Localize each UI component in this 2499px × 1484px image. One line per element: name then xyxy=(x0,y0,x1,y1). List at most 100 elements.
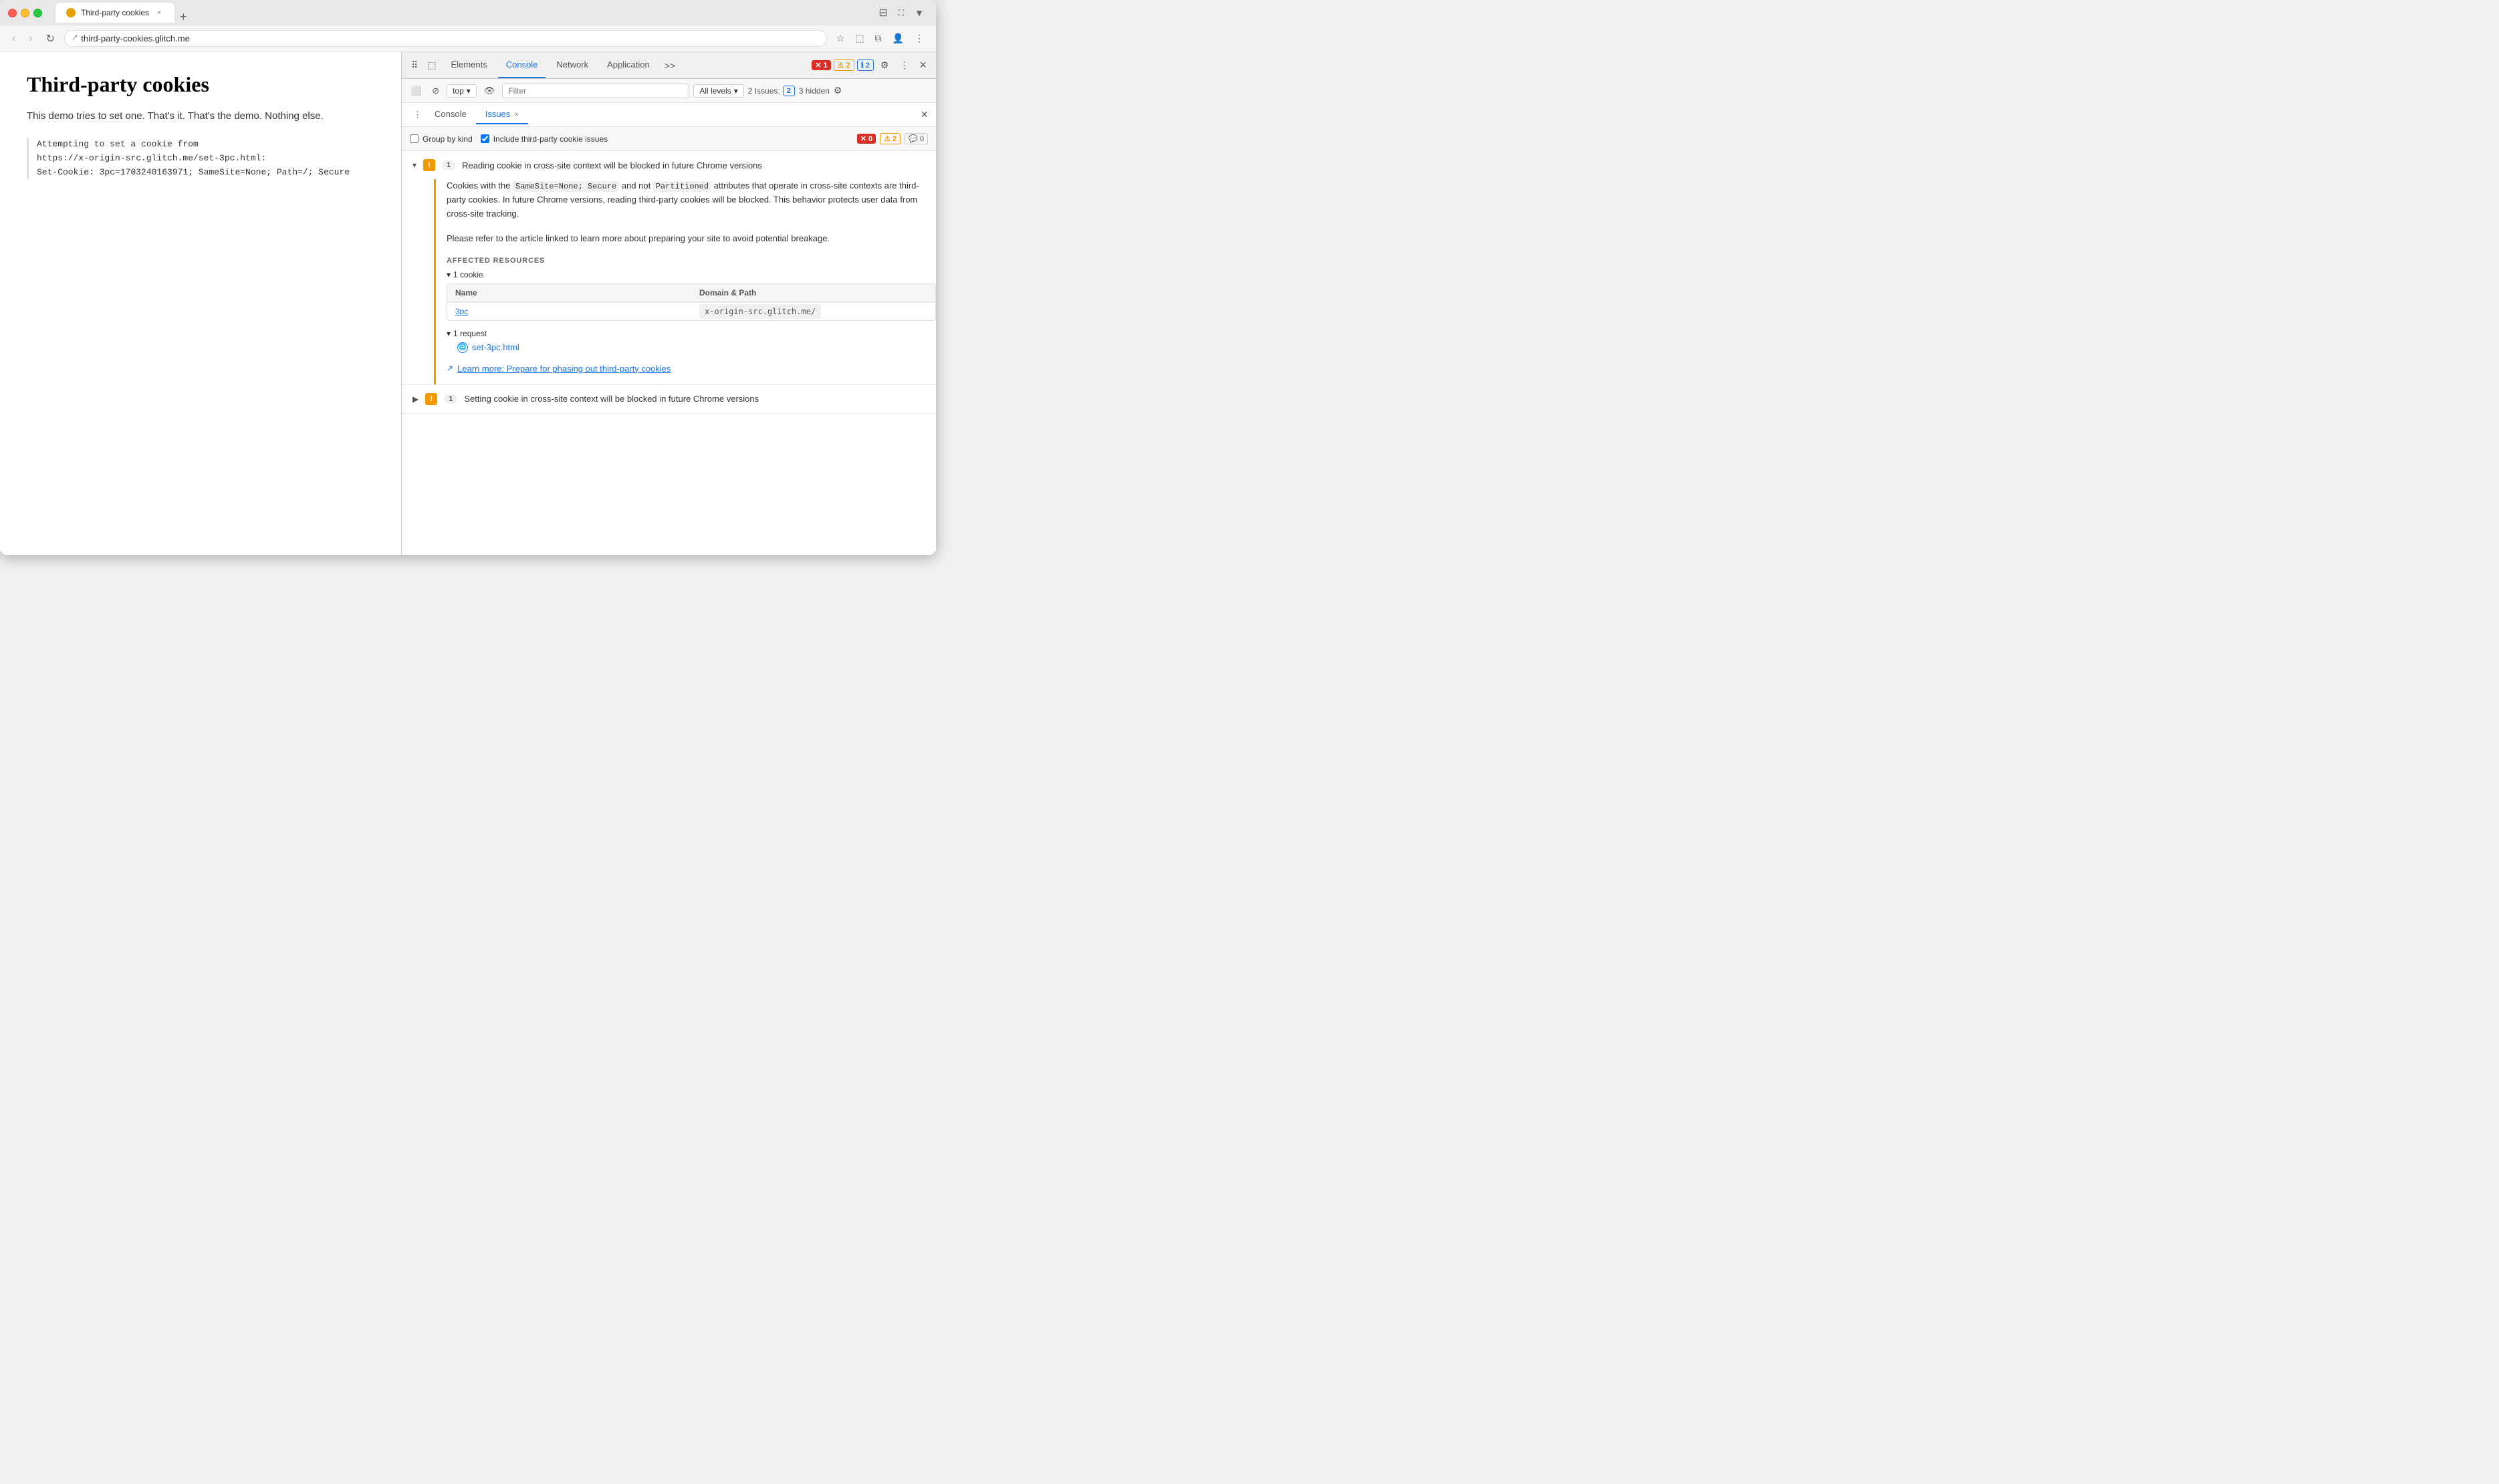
devtools-toolbar: ⠿ ⬚ Elements Console Network Application… xyxy=(402,52,936,79)
devtools-right-tools: ✕ 1 ⚠ 2 ℹ 2 ⚙ ⋮ × xyxy=(812,57,931,74)
devtools-settings-button[interactable]: ⚙ xyxy=(876,57,893,74)
issues-toolbar: Group by kind Include third-party cookie… xyxy=(402,127,936,151)
new-tab-button[interactable]: + xyxy=(174,11,193,23)
screenshot-button[interactable]: ⬚ xyxy=(851,30,868,47)
minimize-traffic-light[interactable] xyxy=(21,9,29,17)
issues-badge-area: 2 Issues: 2 xyxy=(748,86,795,96)
forward-button[interactable]: › xyxy=(25,30,36,47)
request-toggle-arrow: ▾ xyxy=(447,329,451,338)
tab-console[interactable]: Console xyxy=(498,52,546,78)
log-levels-dropdown[interactable]: All levels ▾ xyxy=(693,84,743,98)
address-text: third-party-cookies.glitch.me xyxy=(81,33,190,43)
tab-favicon xyxy=(66,8,76,17)
issue-item-2: ▶ ! 1 Setting cookie in cross-site conte… xyxy=(402,385,936,414)
window-minimize-button[interactable]: ⊟ xyxy=(874,3,891,22)
error-icon: ✕ xyxy=(815,61,821,70)
console-toolbar: ⬜ ⊘ top ▾ 👁 All levels ▾ 2 Issues: 2 3 h… xyxy=(402,79,936,103)
include-third-party-checkbox[interactable]: Include third-party cookie issues xyxy=(481,134,608,144)
cookie-toggle-label: 1 cookie xyxy=(453,270,483,279)
warn-badge: ⚠ 2 xyxy=(834,59,854,71)
reload-button[interactable]: ↻ xyxy=(42,29,59,48)
issues-error-icon: ✕ xyxy=(860,134,866,143)
console-eye-button[interactable]: 👁 xyxy=(481,84,499,98)
issues-content: ▾ ! 1 Reading cookie in cross-site conte… xyxy=(402,151,936,555)
issues-warn-count: ⚠ 2 xyxy=(880,133,901,144)
fullscreen-traffic-light[interactable] xyxy=(33,9,42,17)
issue-header-2[interactable]: ▶ ! 1 Setting cookie in cross-site conte… xyxy=(402,385,936,413)
tab-console-sub[interactable]: Console xyxy=(425,105,476,124)
info-badge: ℹ 2 xyxy=(857,59,874,71)
external-link-icon: ↗ xyxy=(447,364,453,373)
extension-button[interactable]: ⧉ xyxy=(871,30,886,47)
devtools-more-button[interactable]: ⋮ xyxy=(895,57,913,74)
address-security-icon: ⤤ xyxy=(73,34,77,43)
issues-warn-icon: ⚠ xyxy=(884,134,890,143)
cookie-name-link[interactable]: 3pc xyxy=(455,307,468,316)
devtools-panel: ⠿ ⬚ Elements Console Network Application… xyxy=(401,52,936,555)
info-icon: ℹ xyxy=(861,61,864,70)
include-third-party-input[interactable] xyxy=(481,134,489,143)
issues-panel-close[interactable]: × xyxy=(921,108,928,122)
issues-panel-menu[interactable]: ⋮ xyxy=(410,108,425,122)
request-resource-group: ▾ 1 request 🌐 set-3pc.html xyxy=(447,329,936,353)
code-partitioned: Partitioned xyxy=(653,181,711,192)
issue-expand-arrow-2[interactable]: ▶ xyxy=(412,394,419,404)
console-line-2: https://x-origin-src.glitch.me/set-3pc.h… xyxy=(37,152,374,166)
issues-settings-icon[interactable]: ⚙ xyxy=(834,85,842,96)
log-levels-label: All levels xyxy=(699,86,731,96)
context-dropdown[interactable]: top ▾ xyxy=(447,84,477,98)
tab-issues-sub[interactable]: Issues × xyxy=(476,105,529,124)
learn-more-link[interactable]: Learn more: Prepare for phasing out thir… xyxy=(457,364,671,374)
tab-elements[interactable]: Elements xyxy=(443,52,495,78)
tab-network[interactable]: Network xyxy=(548,52,596,78)
issues-info-count: 💬 0 xyxy=(905,133,928,144)
back-button[interactable]: ‹ xyxy=(8,30,19,47)
console-filter-input[interactable] xyxy=(502,84,689,98)
issues-tab-close[interactable]: × xyxy=(514,110,519,119)
devtools-close-button[interactable]: × xyxy=(915,57,931,74)
devtools-device-icon[interactable]: ⬚ xyxy=(423,57,440,74)
request-link[interactable]: 🌐 set-3pc.html xyxy=(457,342,936,353)
cookie-toggle[interactable]: ▾ 1 cookie xyxy=(447,270,936,279)
issue-expand-arrow-1[interactable]: ▾ xyxy=(412,160,416,170)
group-by-kind-checkbox[interactable]: Group by kind xyxy=(410,134,473,144)
cookie-name-value: 3pc xyxy=(447,302,691,320)
issue-item-1: ▾ ! 1 Reading cookie in cross-site conte… xyxy=(402,151,936,385)
issue-count-2: 1 xyxy=(444,394,457,404)
console-tab-label: Console xyxy=(435,109,467,119)
issue-warning-icon-1: ! xyxy=(423,159,435,171)
more-tabs-button[interactable]: >> xyxy=(661,57,679,74)
nav-icons: ☆ ⬚ ⧉ 👤 ⋮ xyxy=(832,30,928,47)
console-line-3: Set-Cookie: 3pc=1703240163971; SameSite=… xyxy=(37,166,374,180)
menu-button[interactable]: ⋮ xyxy=(911,30,928,47)
profile-button[interactable]: 👤 xyxy=(888,30,908,47)
traffic-lights xyxy=(8,9,42,17)
issues-info-icon: 💬 xyxy=(909,134,918,143)
group-by-kind-label: Group by kind xyxy=(423,134,473,144)
request-toggle-label: 1 request xyxy=(453,329,487,338)
bookmark-star-button[interactable]: ☆ xyxy=(832,30,849,47)
browser-tab[interactable]: Third-party cookies × xyxy=(55,3,174,23)
tab-close-button[interactable]: × xyxy=(154,8,164,17)
close-traffic-light[interactable] xyxy=(8,9,17,17)
code-samesite: SameSite=None; Secure xyxy=(513,181,619,192)
issue-title-1: Reading cookie in cross-site context wil… xyxy=(462,160,925,170)
window-close-button[interactable]: ▼ xyxy=(911,5,928,21)
console-sidebar-toggle[interactable]: ⬜ xyxy=(407,84,425,98)
cookie-table: Name Domain & Path 3pc x-origin-src xyxy=(447,283,936,321)
window-expand-button[interactable]: ⛶ xyxy=(895,5,908,21)
page-title: Third-party cookies xyxy=(27,72,374,97)
console-clear-button[interactable]: ⊘ xyxy=(429,84,443,98)
cookie-name-col: Name xyxy=(447,284,691,301)
cookie-toggle-arrow: ▾ xyxy=(447,270,451,279)
devtools-select-icon[interactable]: ⠿ xyxy=(407,57,422,74)
cookie-domain-text: x-origin-src.glitch.me/ xyxy=(699,304,821,319)
group-by-kind-input[interactable] xyxy=(410,134,419,143)
issue-title-2: Setting cookie in cross-site context wil… xyxy=(464,394,925,404)
issue-header-1[interactable]: ▾ ! 1 Reading cookie in cross-site conte… xyxy=(402,151,936,179)
affected-resources: AFFECTED RESOURCES ▾ 1 cookie Name Dom xyxy=(447,257,936,353)
tab-application[interactable]: Application xyxy=(599,52,658,78)
request-toggle[interactable]: ▾ 1 request xyxy=(447,329,936,338)
address-bar[interactable]: ⤤ third-party-cookies.glitch.me xyxy=(64,30,827,47)
affected-resources-title: AFFECTED RESOURCES xyxy=(447,257,936,265)
